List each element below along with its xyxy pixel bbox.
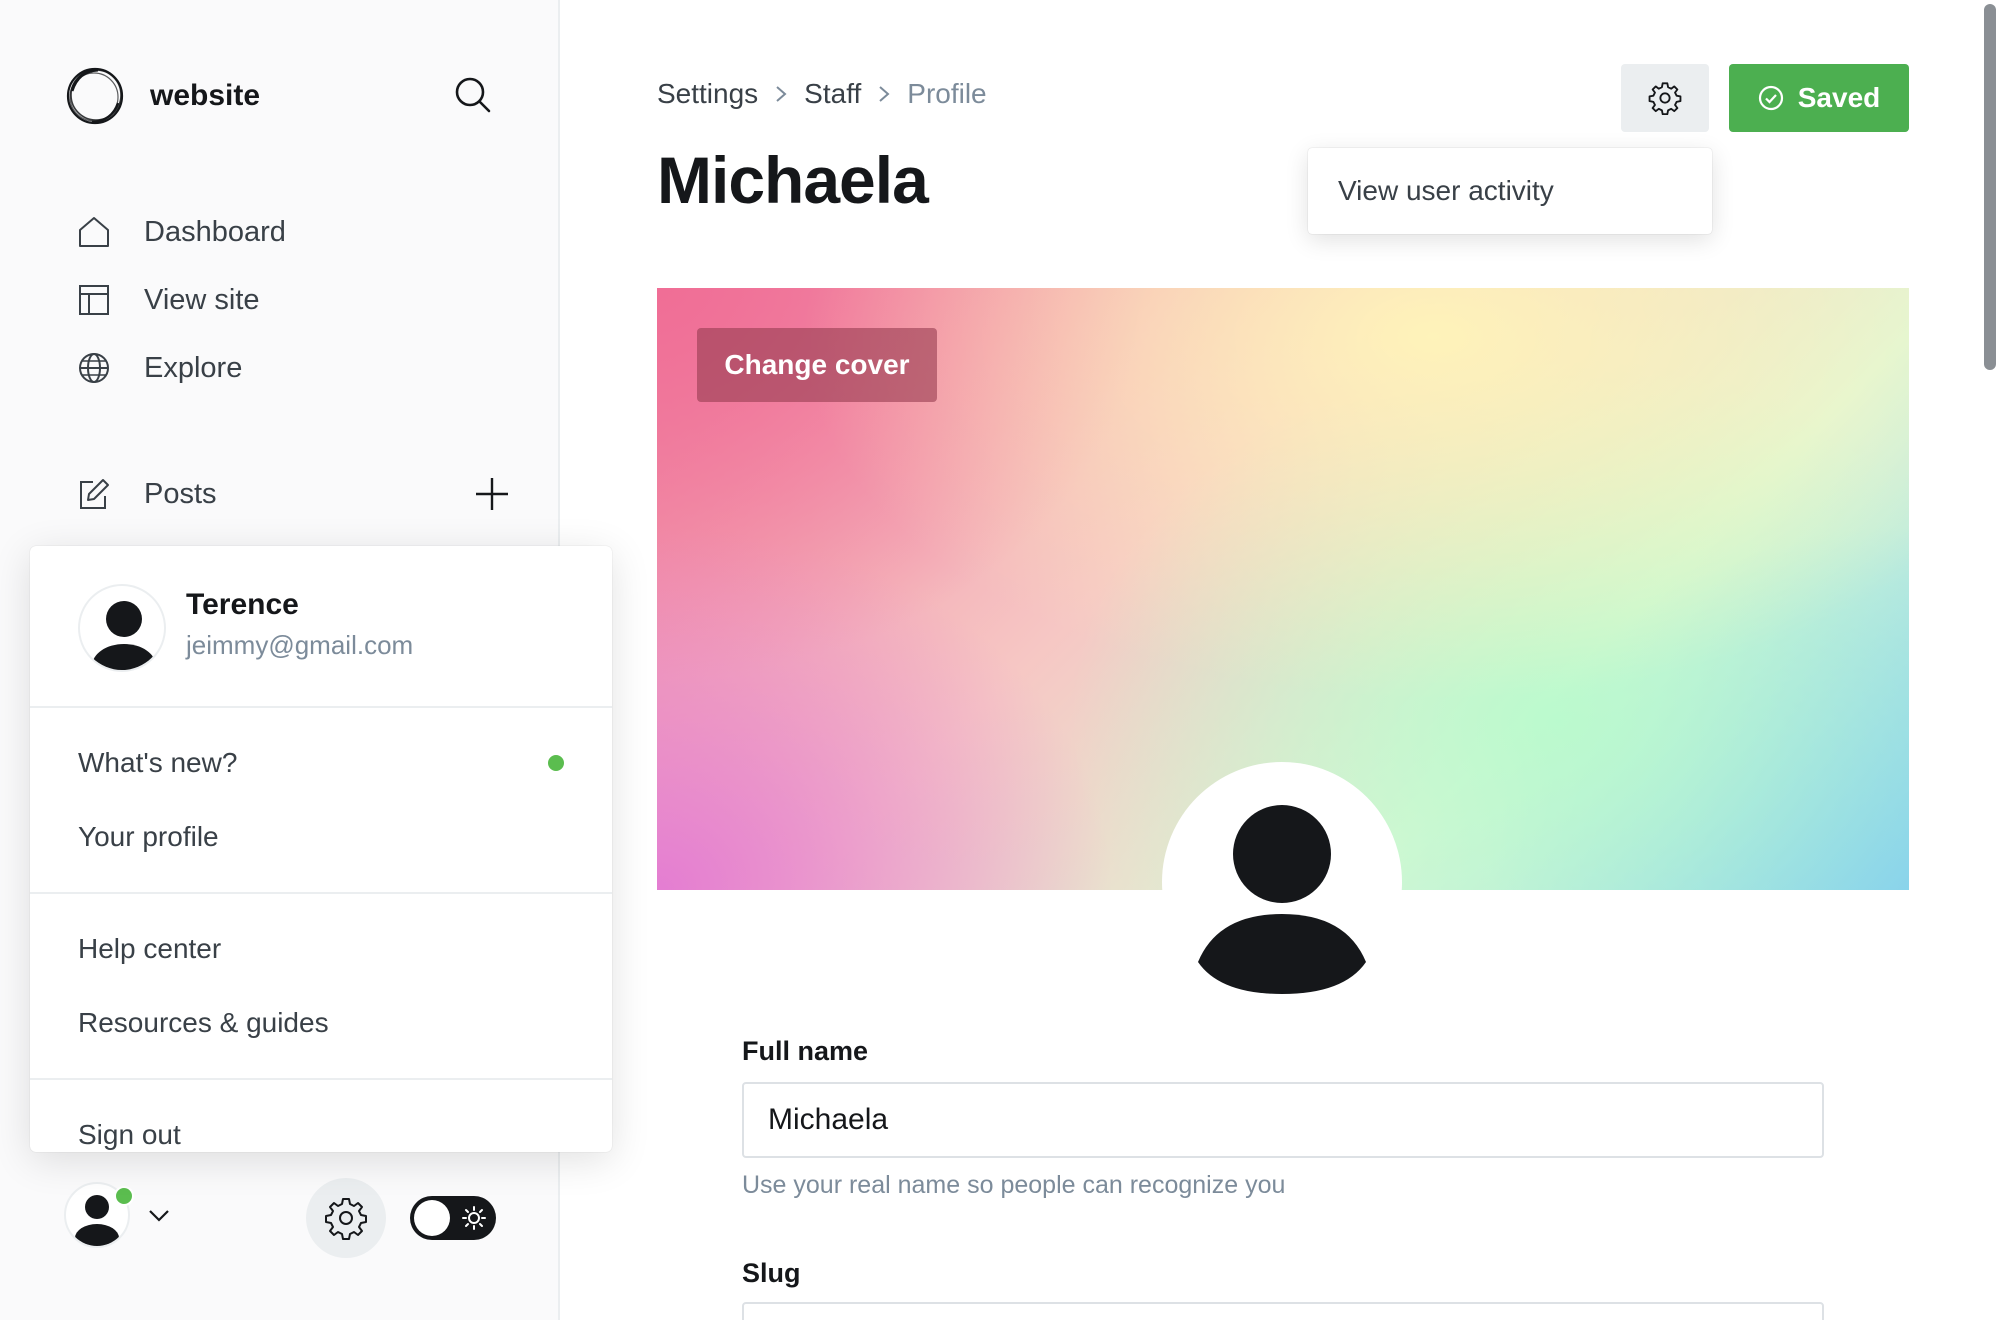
profile-avatar[interactable] bbox=[1162, 762, 1402, 1002]
sidebar-item-label: View site bbox=[144, 283, 260, 316]
edit-icon bbox=[74, 474, 114, 514]
menu-item-label: Resources & guides bbox=[78, 1007, 329, 1038]
slug-input[interactable] bbox=[742, 1302, 1824, 1320]
site-logo-icon bbox=[64, 65, 126, 127]
sidebar-item-view-site[interactable]: View site bbox=[74, 266, 514, 334]
user-actions-button[interactable] bbox=[1621, 64, 1709, 132]
globe-icon bbox=[74, 348, 114, 388]
menu-item-label: Help center bbox=[78, 933, 222, 964]
change-cover-button[interactable]: Change cover bbox=[697, 328, 937, 402]
site-name: website bbox=[150, 79, 261, 112]
breadcrumb-current: Profile bbox=[907, 78, 987, 109]
user-menu-popup: Terence jeimmy@gmail.com What's new? You… bbox=[30, 546, 612, 1152]
page-title: Michaela bbox=[657, 143, 929, 217]
menu-item-whats-new[interactable]: What's new? bbox=[30, 726, 612, 800]
gear-icon bbox=[1648, 81, 1682, 115]
menu-item-label: What's new? bbox=[78, 747, 238, 778]
full-name-label: Full name bbox=[742, 1036, 869, 1066]
user-actions-dropdown: View user activity bbox=[1308, 148, 1712, 234]
main-content: Settings Staff Profile Michaela Saved Vi… bbox=[562, 0, 1982, 1320]
user-menu-section: What's new? Your profile bbox=[30, 708, 612, 894]
new-indicator-dot bbox=[548, 755, 564, 771]
user-silhouette-icon bbox=[92, 601, 156, 670]
user-menu-toggle[interactable] bbox=[144, 1200, 174, 1230]
theme-toggle[interactable] bbox=[410, 1196, 496, 1240]
gear-icon bbox=[324, 1196, 368, 1240]
home-icon bbox=[74, 212, 114, 252]
user-menu-section: Sign out bbox=[30, 1080, 612, 1190]
breadcrumb-settings[interactable]: Settings bbox=[657, 78, 758, 110]
avatar bbox=[78, 584, 166, 672]
breadcrumb-staff[interactable]: Staff bbox=[804, 78, 861, 110]
layout-icon bbox=[74, 280, 114, 320]
menu-item-label: Your profile bbox=[78, 821, 219, 852]
save-button[interactable]: Saved bbox=[1729, 64, 1909, 132]
menu-item-view-user-activity[interactable]: View user activity bbox=[1308, 148, 1712, 234]
sidebar-item-explore[interactable]: Explore bbox=[74, 334, 514, 402]
user-email: jeimmy@gmail.com bbox=[186, 630, 414, 660]
user-name: Terence bbox=[186, 588, 299, 621]
menu-item-resources-guides[interactable]: Resources & guides bbox=[30, 986, 612, 1060]
user-menu-section: Help center Resources & guides bbox=[30, 894, 612, 1080]
menu-item-label: Sign out bbox=[78, 1119, 181, 1150]
sun-icon bbox=[462, 1206, 486, 1230]
full-name-hint: Use your real name so people can recogni… bbox=[742, 1171, 1286, 1199]
scrollbar-thumb[interactable] bbox=[1984, 4, 1996, 370]
slug-label: Slug bbox=[742, 1258, 801, 1288]
menu-item-your-profile[interactable]: Your profile bbox=[30, 800, 612, 874]
sidebar-item-label: Explore bbox=[144, 351, 243, 384]
user-silhouette-icon bbox=[1198, 805, 1366, 994]
scrollbar[interactable] bbox=[1982, 0, 2000, 1320]
search-icon bbox=[454, 76, 492, 114]
search-button[interactable] bbox=[448, 70, 498, 120]
sidebar-nav: Dashboard View site Explore bbox=[74, 198, 514, 402]
check-circle-icon bbox=[1758, 85, 1784, 111]
sidebar-item-label: Posts bbox=[144, 477, 217, 510]
save-button-label: Saved bbox=[1797, 82, 1881, 113]
settings-button[interactable] bbox=[306, 1178, 386, 1258]
chevron-right-icon bbox=[877, 85, 891, 103]
sidebar-item-posts[interactable]: Posts bbox=[74, 460, 514, 528]
toggle-knob bbox=[414, 1200, 450, 1236]
plus-icon bbox=[474, 476, 510, 512]
chevron-down-icon bbox=[147, 1203, 171, 1227]
user-menu-header: Terence jeimmy@gmail.com bbox=[30, 546, 612, 708]
brand[interactable]: website bbox=[64, 64, 260, 128]
breadcrumb: Settings Staff Profile bbox=[657, 78, 987, 110]
new-post-button[interactable] bbox=[468, 470, 516, 518]
menu-item-help-center[interactable]: Help center bbox=[30, 912, 612, 986]
sidebar-item-dashboard[interactable]: Dashboard bbox=[74, 198, 514, 266]
full-name-input[interactable] bbox=[742, 1082, 1824, 1158]
chevron-right-icon bbox=[774, 85, 788, 103]
menu-item-sign-out[interactable]: Sign out bbox=[30, 1098, 612, 1172]
sidebar-item-label: Dashboard bbox=[144, 215, 286, 248]
